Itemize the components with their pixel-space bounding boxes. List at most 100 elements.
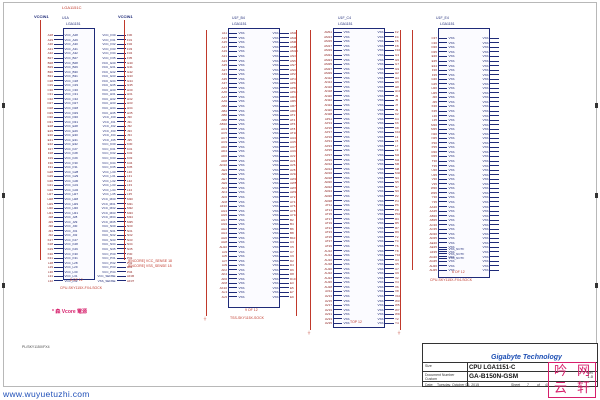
pin-stub [228,155,237,157]
pin-stub [333,136,342,138]
pin-stub [438,253,447,255]
pin-stub [54,98,63,100]
pin-stub [228,87,237,89]
pin-stub [490,55,499,57]
pin-stub [54,134,63,136]
pin-stub [438,201,447,203]
pin-stub [280,264,289,266]
slice-label: 8 OF 12 [70,278,83,282]
ground-bus [206,30,207,316]
pin-stub [385,200,394,201]
pin-stub [280,196,289,198]
pin-stub [438,237,447,239]
stamp-char: 云 [553,381,567,396]
pin-name: VSS_NCTF [448,256,465,261]
size-label: Size [425,364,432,368]
part-ref: U1F_B4 [232,16,245,20]
pin-row[interactable]: VSS_NCTF [416,256,469,261]
pin-stub [490,128,499,130]
pin-stub [228,214,237,216]
pin-stub [54,66,63,68]
pin-net: L32 [47,278,53,283]
pin-stub [228,187,237,189]
pin-stub [490,69,499,71]
pin-stub [385,72,394,74]
pin-stub [385,104,394,106]
pin-stub [280,78,289,80]
pin-stub [54,80,63,82]
pin-stub [385,204,394,206]
pin-stub [385,272,394,274]
pin-stub [438,160,447,162]
pin-stub [280,255,289,257]
pin-stub [333,127,342,129]
pin-row[interactable]: VSS [468,268,513,273]
pin-stub [490,101,499,103]
pin-stub [438,178,447,180]
of-label: of [537,383,540,387]
pin-stub [385,177,394,179]
pin-stub [385,172,394,174]
pin-stub [385,268,394,270]
pin-stub [228,251,237,253]
pin-stub [280,205,289,207]
pin-stub [333,45,342,47]
pin-stub [280,160,289,162]
pin-stub [280,114,289,116]
pin-stub [385,95,394,97]
pin-column-right: VSS VSS VSS VSS VSS VSS VSS VSS VSS VSS VSS VSS VSS V… [468,36,513,272]
pin-stub [385,118,394,120]
pin-stub [280,91,289,93]
pin-stub [385,281,394,283]
pin-stub [228,119,237,121]
pin-stub [280,296,289,298]
pin-stub [280,241,289,243]
pin-stub [333,49,342,51]
pin-stub [333,140,342,142]
pin-stub [333,54,342,56]
rail-left: VCCIN1 [34,14,49,19]
pin-stub [228,146,237,148]
pin-stub [228,164,237,166]
pin-stub [385,222,394,224]
pin-stub [333,227,342,229]
pin-stub [385,318,394,320]
pin-row[interactable]: AL5 VSS [206,295,259,300]
date-label: Date: [425,383,434,387]
pin-stub [117,266,126,268]
pin-stub [333,313,342,315]
pin-stub [438,37,447,39]
pin-row[interactable]: VSS Y4 [363,321,408,326]
pin-stub [333,222,342,224]
pin-stub [438,242,447,244]
pin-stub [54,253,63,255]
pin-stub [490,174,499,176]
pin-stub [490,60,499,62]
pin-stub [385,145,394,147]
pin-column-extra: VSS_NCTF VSS_NCTF VSS_NCTF [416,247,469,261]
pin-stub [438,233,447,235]
pin-stub [280,64,289,66]
pin-name: VSS [272,294,279,299]
pin-stub [385,254,394,256]
slice-label: TOP 12 [350,320,362,324]
pin-column-right: VCC_F30 F30 VCC_F31 F31 VCC_F32 F32 VCC_F33 F33… [95,33,140,283]
pin-stub [490,206,499,207]
pin-stub [385,77,394,79]
pin-stub [385,31,394,33]
pin-stub [438,101,447,103]
pin-stub [280,182,289,184]
pin-stub [333,154,342,156]
pin-stub [490,124,499,126]
pin-stub [490,269,499,271]
pin-stub [54,143,63,145]
pin-row[interactable]: VSS_SENSE AF37 [95,279,140,284]
pin-stub [333,149,342,151]
pin-stub [333,63,342,65]
pin-stub [385,136,394,138]
pin-stub [490,210,499,212]
part-name: LGA1151 [440,22,455,26]
pin-stub [280,69,289,71]
pin-stub [333,295,342,297]
pin-stub [385,295,394,297]
